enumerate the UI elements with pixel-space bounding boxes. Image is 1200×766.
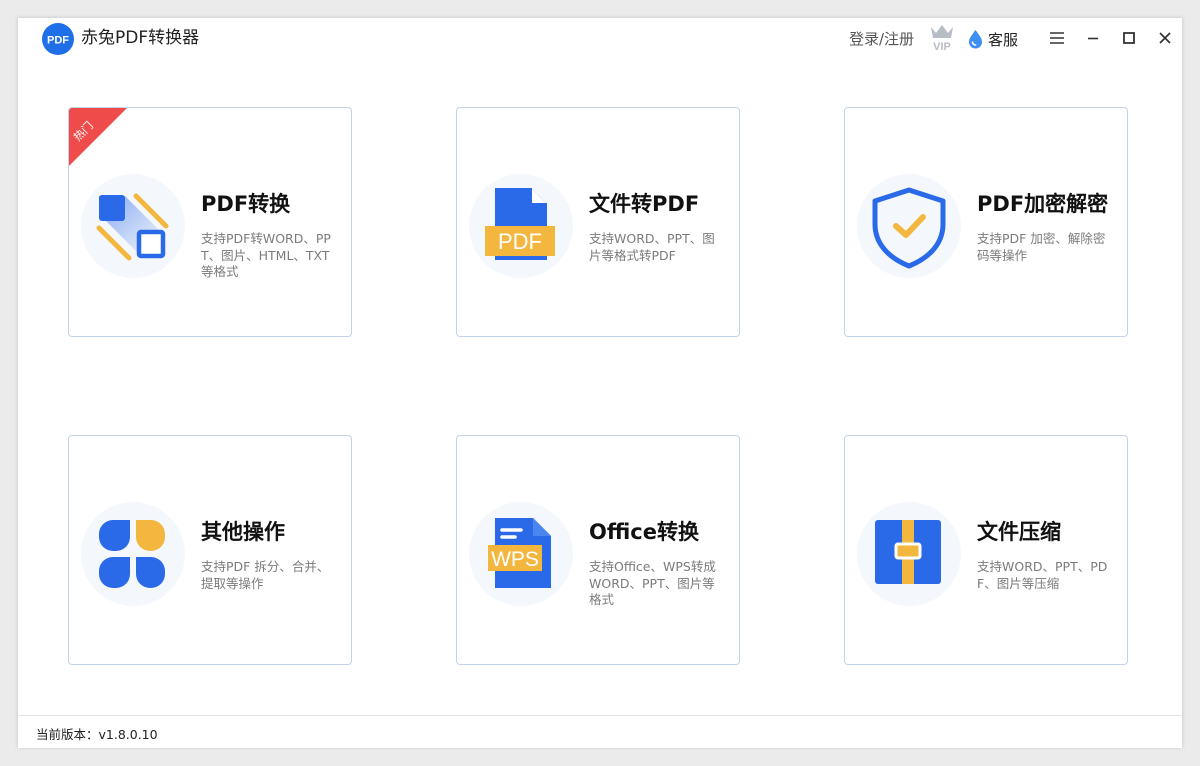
card-title: PDF加密解密 bbox=[977, 192, 1109, 216]
minimize-icon[interactable] bbox=[1083, 28, 1103, 48]
card-pdf-convert[interactable]: 热门 PDF转换 支持PDF转WORD、PPT、图片、HTML、TXT等格式 bbox=[68, 107, 352, 337]
four-leaf-icon bbox=[81, 502, 185, 606]
card-title: 文件压缩 bbox=[977, 520, 1061, 544]
card-title: Office转换 bbox=[589, 520, 699, 544]
card-title: PDF转换 bbox=[201, 192, 291, 216]
service-drop-icon bbox=[967, 29, 984, 49]
app-window: PDF 赤兔PDF转换器 登录/注册 VIP 客服 热门 PDF转换 支持PDF… bbox=[18, 18, 1182, 748]
card-description: 支持WORD、PPT、图片等格式转PDF bbox=[589, 231, 715, 263]
app-logo: PDF bbox=[42, 23, 74, 55]
menu-icon[interactable] bbox=[1047, 28, 1067, 48]
compress-zip-icon bbox=[857, 502, 961, 606]
card-description: 支持WORD、PPT、PDF、图片等压缩 bbox=[977, 559, 1108, 591]
pdf-convert-icon bbox=[81, 174, 185, 278]
card-description: 支持PDF转WORD、PPT、图片、HTML、TXT等格式 bbox=[201, 231, 331, 279]
customer-service-button[interactable]: 客服 bbox=[967, 28, 1018, 50]
card-title: 其他操作 bbox=[201, 520, 285, 544]
card-pdf-encrypt[interactable]: PDF加密解密 支持PDF 加密、解除密码等操作 bbox=[844, 107, 1128, 337]
card-file-to-pdf[interactable]: PDF 文件转PDF 支持WORD、PPT、图片等格式转PDF bbox=[456, 107, 740, 337]
svg-text:WPS: WPS bbox=[491, 548, 539, 571]
hot-badge: 热门 bbox=[69, 108, 127, 166]
service-label: 客服 bbox=[988, 30, 1019, 49]
svg-text:VIP: VIP bbox=[933, 41, 951, 53]
svg-text:PDF: PDF bbox=[47, 35, 69, 47]
wps-doc-icon: WPS bbox=[469, 502, 573, 606]
close-icon[interactable] bbox=[1155, 28, 1175, 48]
card-file-compress[interactable]: 文件压缩 支持WORD、PPT、PDF、图片等压缩 bbox=[844, 435, 1128, 665]
card-description: 支持PDF 加密、解除密码等操作 bbox=[977, 231, 1106, 263]
file-to-pdf-icon: PDF bbox=[469, 174, 573, 278]
feature-grid: 热门 PDF转换 支持PDF转WORD、PPT、图片、HTML、TXT等格式 P… bbox=[18, 60, 1182, 715]
login-register-link[interactable]: 登录/注册 bbox=[849, 29, 914, 49]
card-description: 支持Office、WPS转成WORD、PPT、图片等格式 bbox=[589, 559, 716, 607]
card-title: 文件转PDF bbox=[589, 192, 700, 216]
title-bar: PDF 赤兔PDF转换器 登录/注册 VIP 客服 bbox=[18, 18, 1182, 60]
svg-text:PDF: PDF bbox=[498, 229, 542, 254]
card-office-convert[interactable]: WPS Office转换 支持Office、WPS转成WORD、PPT、图片等格… bbox=[456, 435, 740, 665]
version-label: 当前版本：v1.8.0.10 bbox=[36, 727, 158, 742]
maximize-icon[interactable] bbox=[1119, 28, 1139, 48]
vip-badge-icon[interactable]: VIP bbox=[928, 23, 956, 53]
app-title: 赤兔PDF转换器 bbox=[81, 28, 200, 48]
card-description: 支持PDF 拆分、合并、提取等操作 bbox=[201, 559, 330, 591]
card-other-operations[interactable]: 其他操作 支持PDF 拆分、合并、提取等操作 bbox=[68, 435, 352, 665]
status-bar: 当前版本：v1.8.0.10 bbox=[18, 715, 1182, 748]
shield-check-icon bbox=[857, 174, 961, 278]
